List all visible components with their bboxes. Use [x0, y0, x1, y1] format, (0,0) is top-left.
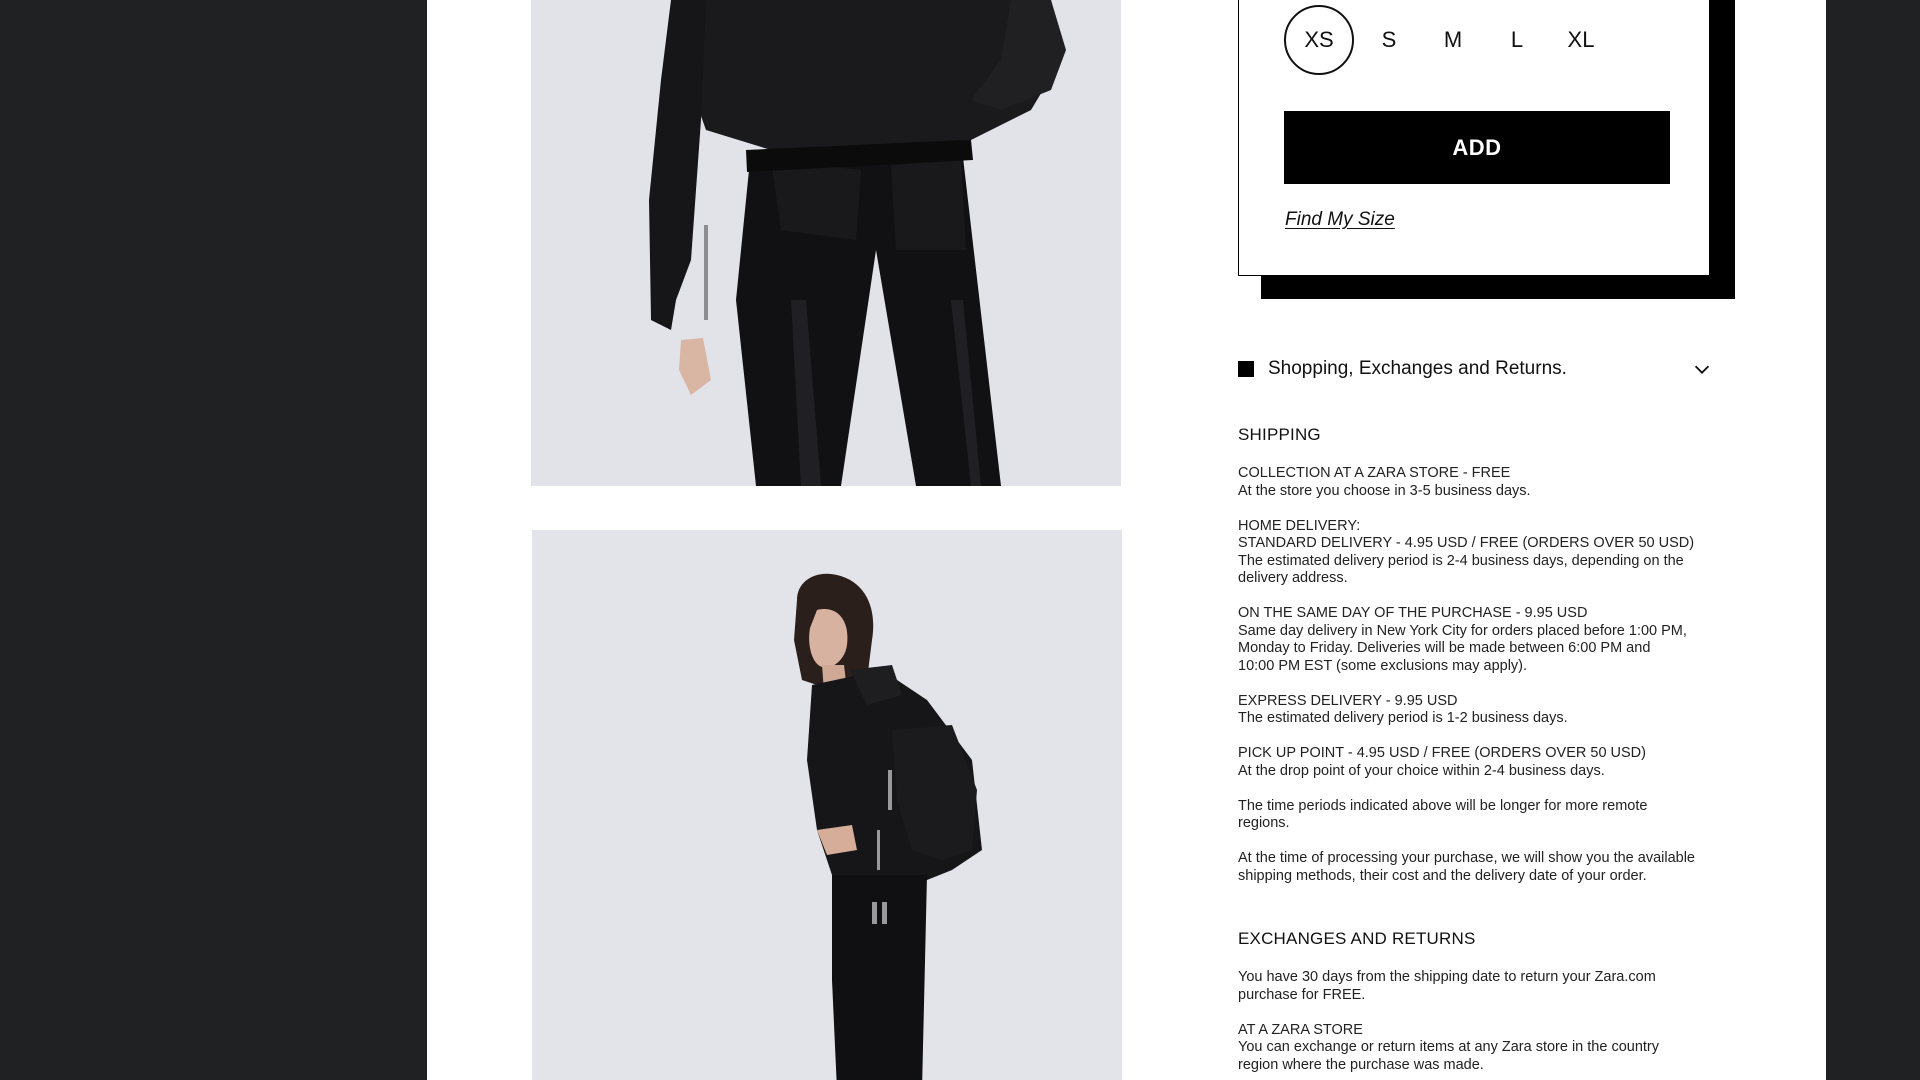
size-option-s[interactable]: S: [1354, 5, 1424, 75]
shipping-accordion-toggle[interactable]: Shopping, Exchanges and Returns.: [1238, 352, 1713, 386]
returns-blocks: You have 30 days from the shipping date …: [1238, 969, 1738, 1074]
shipping-paragraph-line: 10:00 PM EST (some exclusions may apply)…: [1238, 657, 1528, 674]
shipping-title: SHIPPING: [1238, 425, 1321, 444]
accordion-label: Shopping, Exchanges and Returns.: [1268, 358, 1567, 379]
product-image-back-drawing: [531, 0, 1121, 486]
shipping-paragraph-line: Same day delivery in New York City for o…: [1238, 622, 1687, 639]
shipping-paragraph: The time periods indicated above will be…: [1238, 798, 1738, 833]
shipping-paragraph-heading: At the time of processing your purchase,…: [1238, 850, 1695, 866]
shipping-paragraph-heading: ON THE SAME DAY OF THE PURCHASE - 9.95 U…: [1238, 605, 1588, 621]
shipping-paragraph: At the time of processing your purchase,…: [1238, 850, 1738, 885]
chevron-down-icon[interactable]: [1691, 358, 1713, 380]
shipping-paragraph-heading: COLLECTION AT A ZARA STORE - FREE: [1238, 465, 1511, 481]
size-option-xl[interactable]: XL: [1546, 5, 1616, 75]
shipping-paragraph-line: STANDARD DELIVERY - 4.95 USD / FREE (ORD…: [1238, 535, 1695, 551]
shipping-paragraph: PICK UP POINT - 4.95 USD / FREE (ORDERS …: [1238, 745, 1738, 780]
shipping-paragraph-line: At the drop point of your choice within …: [1238, 762, 1605, 779]
shipping-paragraph-line: delivery address.: [1238, 570, 1348, 586]
shipping-paragraph-line: Monday to Friday. Deliveries will be mad…: [1238, 640, 1651, 656]
product-image-back[interactable]: [531, 0, 1121, 486]
shipping-paragraph-line: shipping methods, their cost and the del…: [1238, 867, 1647, 884]
returns-paragraph-heading: AT A ZARA STORE: [1238, 1021, 1363, 1038]
returns-title: EXCHANGES AND RETURNS: [1238, 929, 1476, 948]
shipping-paragraph-line: The estimated delivery period is 1-2 bus…: [1238, 710, 1568, 726]
returns-paragraph-heading: You have 30 days from the shipping date …: [1238, 969, 1656, 985]
returns-paragraph: AT A ZARA STORE You can exchange or retur…: [1238, 1022, 1738, 1075]
square-bullet-icon: [1238, 361, 1254, 377]
returns-paragraph: You have 30 days from the shipping date …: [1238, 969, 1738, 1004]
shipping-section: SHIPPING COLLECTION AT A ZARA STORE - FR…: [1238, 425, 1738, 885]
shipping-paragraph-line: At the store you choose in 3-5 business …: [1238, 482, 1531, 499]
shipping-paragraph-heading: The time periods indicated above will be…: [1238, 797, 1648, 814]
shipping-paragraph: HOME DELIVERY: STANDARD DELIVERY - 4.95 U…: [1238, 518, 1738, 588]
product-image-side-drawing: [532, 530, 1122, 1080]
returns-paragraph-line: region where the purchase was made.: [1238, 1056, 1484, 1073]
returns-section: EXCHANGES AND RETURNS You have 30 days f…: [1238, 929, 1738, 1074]
size-option-m[interactable]: M: [1418, 5, 1488, 75]
size-selector: XS S M L XL: [1284, 5, 1610, 75]
add-to-bag-button[interactable]: ADD: [1284, 111, 1670, 184]
product-image-side[interactable]: [532, 530, 1122, 1080]
shipping-paragraph-heading: EXPRESS DELIVERY - 9.95 USD: [1238, 692, 1458, 709]
size-option-xs[interactable]: XS: [1284, 5, 1354, 75]
shipping-blocks: COLLECTION AT A ZARA STORE - FREE At the …: [1238, 465, 1738, 885]
find-my-size-link[interactable]: Find My Size: [1285, 209, 1395, 231]
product-page: XS S M L XL ADD Find My Size Shopping, E…: [427, 0, 1826, 1080]
size-option-l[interactable]: L: [1482, 5, 1552, 75]
purchase-card: XS S M L XL ADD Find My Size: [1238, 0, 1710, 276]
shipping-paragraph: ON THE SAME DAY OF THE PURCHASE - 9.95 U…: [1238, 605, 1738, 675]
returns-paragraph-line: You can exchange or return items at any …: [1238, 1039, 1660, 1055]
shipping-paragraph-line: The estimated delivery period is 2-4 bus…: [1238, 552, 1684, 569]
shipping-paragraph-heading: PICK UP POINT - 4.95 USD / FREE (ORDERS …: [1238, 745, 1646, 761]
returns-paragraph-line: purchase for FREE.: [1238, 986, 1366, 1003]
shipping-paragraph: EXPRESS DELIVERY - 9.95 USD The estimated…: [1238, 693, 1738, 728]
shipping-paragraph-line: regions.: [1238, 815, 1290, 831]
shipping-paragraph: COLLECTION AT A ZARA STORE - FREE At the …: [1238, 465, 1738, 500]
shipping-paragraph-heading: HOME DELIVERY:: [1238, 517, 1361, 534]
